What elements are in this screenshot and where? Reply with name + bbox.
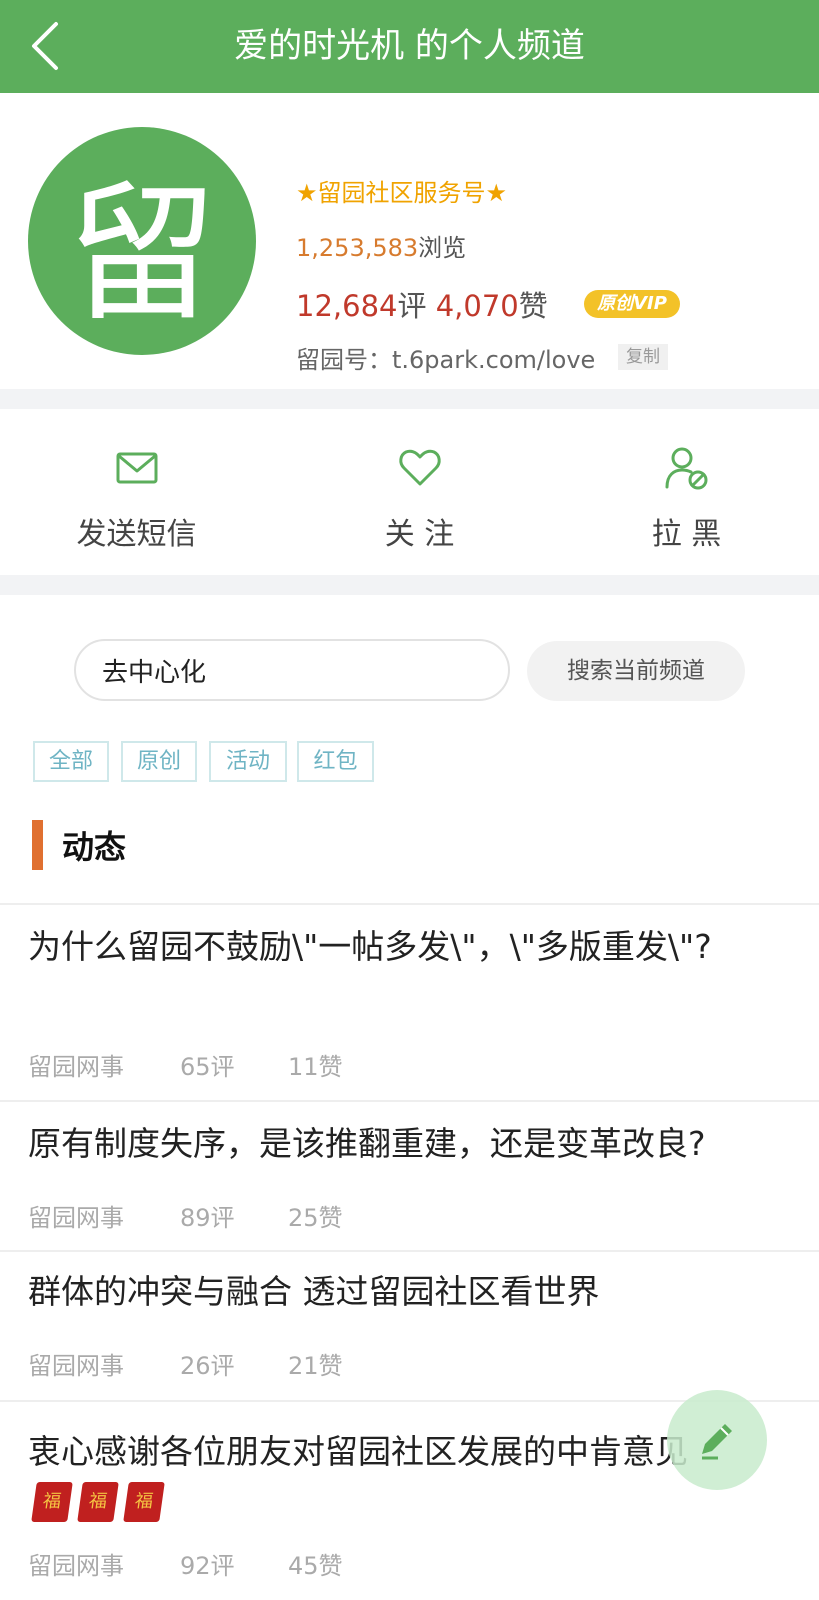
filter-activity[interactable]: 活动 [209, 741, 287, 782]
likes-unit: 赞 [518, 289, 548, 323]
copy-button[interactable]: 复制 [618, 344, 668, 370]
pencil-icon [702, 1424, 732, 1460]
views-unit: 浏览 [418, 234, 467, 262]
follow-label: 关 注 [384, 517, 455, 552]
red-packet-icon: 福 [123, 1482, 165, 1522]
post-comments: 26评 [180, 1352, 235, 1380]
post-comments: 65评 [180, 1053, 235, 1081]
channel-id: 留园号：t.6park.com/love [296, 340, 595, 375]
block-label: 拉 黑 [651, 517, 722, 552]
profile-card: 留 ★留园社区服务号★ 1,253,583浏览 12,684评 4,070赞 原… [0, 93, 819, 389]
page-title: 爱的时光机 的个人频道 [234, 26, 585, 66]
section-title: 动态 [62, 828, 127, 866]
likes-count: 4,070 [435, 289, 519, 323]
filter-all[interactable]: 全部 [33, 741, 109, 782]
service-account-label: ★留园社区服务号★ [296, 179, 508, 207]
post-item[interactable]: 群体的冲突与融合 透过留园社区看世界 留园网事 26评 21赞 [0, 1252, 819, 1400]
follow-button[interactable]: 关 注 [283, 409, 556, 575]
engagement-stats: 12,684评 4,070赞 [296, 283, 548, 325]
filter-red-packet[interactable]: 红包 [297, 741, 374, 782]
filter-original[interactable]: 原创 [121, 741, 197, 782]
top-bar: 爱的时光机 的个人频道 [0, 0, 819, 93]
avatar[interactable]: 留 [28, 127, 256, 355]
post-meta: 留园网事 92评 45赞 [28, 1546, 343, 1581]
post-source: 留园网事 [28, 1552, 124, 1580]
heart-icon [398, 449, 441, 486]
send-message-label: 发送短信 [76, 517, 197, 552]
post-meta: 留园网事 26评 21赞 [28, 1346, 343, 1381]
post-comments: 92评 [180, 1552, 235, 1580]
post-item[interactable]: 为什么留园不鼓励\"一帖多发\"，\"多版重发\"? 留园网事 65评 11赞 [0, 905, 819, 1098]
red-packet-row: 福福福 [31, 1482, 172, 1522]
channel-id-label: 留园号： [296, 346, 392, 374]
post-likes: 11赞 [288, 1053, 343, 1081]
comments-count: 12,684 [296, 289, 398, 323]
views-count: 1,253,583 [296, 234, 419, 262]
block-user-icon [665, 447, 707, 490]
section-separator [0, 389, 819, 409]
section-separator [0, 575, 819, 595]
post-title: 原有制度失序，是该推翻重建，还是变革改良? [28, 1124, 706, 1163]
action-bar: 发送短信 关 注 拉 黑 [0, 409, 819, 575]
post-title: 群体的冲突与融合 透过留园社区看世界 [28, 1272, 600, 1311]
post-comments: 89评 [180, 1204, 235, 1232]
red-packet-icon: 福 [31, 1482, 73, 1522]
section-accent-bar [32, 820, 43, 870]
post-meta: 留园网事 89评 25赞 [28, 1198, 343, 1233]
compose-button[interactable] [667, 1390, 767, 1490]
channel-id-value: t.6park.com/love [392, 346, 596, 374]
red-packet-icon: 福 [77, 1482, 119, 1522]
post-likes: 45赞 [288, 1552, 343, 1580]
vip-badge: 原创VIP [584, 290, 680, 318]
block-button[interactable]: 拉 黑 [550, 409, 819, 575]
post-meta: 留园网事 65评 11赞 [28, 1047, 343, 1082]
post-source: 留园网事 [28, 1053, 124, 1081]
channel-search-input[interactable] [74, 639, 510, 701]
post-source: 留园网事 [28, 1204, 124, 1232]
search-channel-button[interactable]: 搜索当前频道 [527, 641, 745, 701]
post-likes: 21赞 [288, 1352, 343, 1380]
avatar-glyph: 留 [66, 167, 217, 342]
post-item[interactable]: 原有制度失序，是该推翻重建，还是变革改良? 留园网事 89评 25赞 [0, 1102, 819, 1250]
post-title: 为什么留园不鼓励\"一帖多发\"，\"多版重发\"? [28, 927, 712, 966]
post-likes: 25赞 [288, 1204, 343, 1232]
views-stat: 1,253,583浏览 [296, 228, 466, 263]
comments-unit: 评 [397, 289, 427, 323]
post-source: 留园网事 [28, 1352, 124, 1380]
mail-icon [116, 452, 157, 484]
send-message-button[interactable]: 发送短信 [0, 409, 273, 575]
